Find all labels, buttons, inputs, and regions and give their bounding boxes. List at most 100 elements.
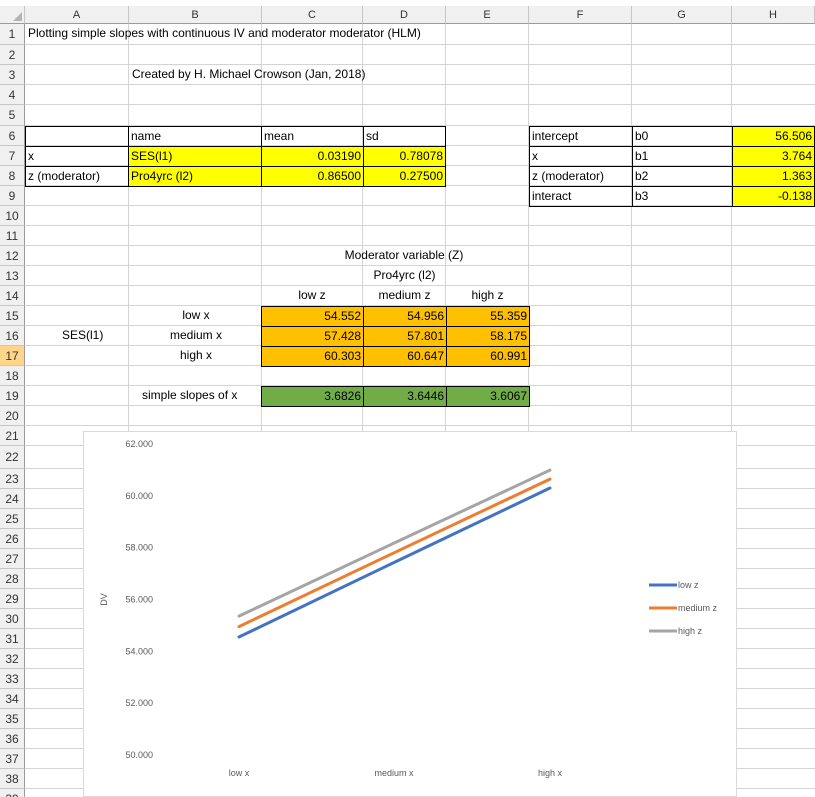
row-header-34[interactable]: 34 — [0, 689, 25, 709]
header-sd[interactable]: sd — [363, 126, 446, 147]
row-header-26[interactable]: 26 — [0, 529, 25, 549]
row-header-35[interactable]: 35 — [0, 709, 25, 729]
coef-value[interactable]: 1.363 — [732, 166, 815, 187]
row-header-18[interactable]: 18 — [0, 366, 25, 386]
moderator-name[interactable]: Pro4yrc (l2) — [363, 266, 446, 285]
row-header-36[interactable]: 36 — [0, 729, 25, 749]
row-header-15[interactable]: 15 — [0, 306, 25, 326]
row-header-1[interactable]: 1 — [0, 24, 25, 45]
header-mean[interactable]: mean — [261, 126, 364, 147]
row-head-high-x[interactable]: high x — [140, 346, 252, 365]
coef-value[interactable]: -0.138 — [732, 186, 815, 207]
row-header-25[interactable]: 25 — [0, 509, 25, 529]
coef-symbol[interactable]: b1 — [632, 146, 733, 167]
z-sd[interactable]: 0.27500 — [363, 166, 446, 187]
z-name[interactable]: Pro4yrc (l2) — [128, 166, 262, 187]
x-sd[interactable]: 0.78078 — [363, 146, 446, 167]
row-header-10[interactable]: 10 — [0, 206, 25, 226]
column-header-e[interactable]: E — [446, 6, 529, 24]
row-header-37[interactable]: 37 — [0, 749, 25, 769]
column-header-b[interactable]: B — [129, 6, 262, 24]
coef-term[interactable]: z (moderator) — [529, 166, 633, 187]
credit-text[interactable]: Created by H. Michael Crowson (Jan, 2018… — [130, 65, 367, 84]
row-header-39[interactable]: 39 — [0, 789, 25, 797]
coef-value[interactable]: 3.764 — [732, 146, 815, 167]
predicted-value-cell[interactable]: 60.991 — [446, 346, 530, 367]
slope-low-z[interactable]: 3.6826 — [261, 386, 364, 407]
z-label[interactable]: z (moderator) — [25, 166, 129, 187]
slope-medium-z[interactable]: 3.6446 — [363, 386, 447, 407]
row-header-23[interactable]: 23 — [0, 469, 25, 489]
slopes-label[interactable]: simple slopes of x — [140, 386, 239, 405]
x-label[interactable]: x — [25, 146, 129, 167]
header-name[interactable]: name — [128, 126, 262, 147]
row-header-4[interactable]: 4 — [0, 85, 25, 105]
z-mean[interactable]: 0.86500 — [261, 166, 364, 187]
predicted-value-cell[interactable]: 57.428 — [261, 326, 364, 347]
select-all-button[interactable] — [0, 6, 25, 24]
coef-term[interactable]: intercept — [529, 126, 633, 147]
row-header-38[interactable]: 38 — [0, 769, 25, 789]
row-header-3[interactable]: 3 — [0, 65, 25, 85]
col-head-high-z[interactable]: high z — [446, 286, 529, 305]
row-header-13[interactable]: 13 — [0, 266, 25, 286]
predicted-value-cell[interactable]: 54.552 — [261, 306, 364, 327]
simple-slopes-chart[interactable]: 50.000 52.000 54.000 56.000 58.000 60.000 62.0… — [83, 431, 737, 797]
row-header-24[interactable]: 24 — [0, 489, 25, 509]
row-header-27[interactable]: 27 — [0, 549, 25, 569]
row-header-11[interactable]: 11 — [0, 226, 25, 246]
row-header-32[interactable]: 32 — [0, 649, 25, 669]
coef-symbol[interactable]: b3 — [632, 186, 733, 207]
col-head-low-z[interactable]: low z — [261, 286, 363, 305]
row-header-31[interactable]: 31 — [0, 629, 25, 649]
row-header-30[interactable]: 30 — [0, 609, 25, 629]
predicted-value-cell[interactable]: 58.175 — [446, 326, 530, 347]
x-mean[interactable]: 0.03190 — [261, 146, 364, 167]
row-header-21[interactable]: 21 — [0, 426, 25, 446]
sheet-title[interactable]: Plotting simple slopes with continuous I… — [26, 24, 423, 43]
y-tick-label: 60.000 — [125, 491, 153, 501]
row-header-6[interactable]: 6 — [0, 126, 25, 146]
row-head-low-x[interactable]: low x — [140, 306, 252, 325]
predicted-value-cell[interactable]: 54.956 — [363, 306, 447, 327]
row-header-5[interactable]: 5 — [0, 105, 25, 126]
coef-term[interactable]: interact — [529, 186, 633, 207]
predicted-value-cell[interactable]: 55.359 — [446, 306, 530, 327]
row-header-14[interactable]: 14 — [0, 286, 25, 306]
column-header-f[interactable]: F — [529, 6, 632, 24]
column-header-c[interactable]: C — [262, 6, 363, 24]
row-header-7[interactable]: 7 — [0, 146, 25, 166]
coef-symbol[interactable]: b0 — [632, 126, 733, 147]
row-header-28[interactable]: 28 — [0, 569, 25, 589]
legend-label: medium z — [678, 603, 718, 613]
row-header-29[interactable]: 29 — [0, 589, 25, 609]
column-header-h[interactable]: H — [732, 6, 815, 24]
row-header-8[interactable]: 8 — [0, 166, 25, 186]
col-head-medium-z[interactable]: medium z — [363, 286, 446, 305]
coef-value[interactable]: 56.506 — [732, 126, 815, 147]
slope-high-z[interactable]: 3.6067 — [446, 386, 530, 407]
row-header-20[interactable]: 20 — [0, 406, 25, 426]
row-header-2[interactable]: 2 — [0, 45, 25, 65]
row-group-label[interactable]: SES(l1) — [60, 326, 105, 345]
predicted-value-cell[interactable]: 60.303 — [261, 346, 364, 367]
row-header-12[interactable]: 12 — [0, 246, 25, 266]
column-header-g[interactable]: G — [632, 6, 732, 24]
row-header-33[interactable]: 33 — [0, 669, 25, 689]
row-header-19[interactable]: 19 — [0, 386, 25, 406]
column-header-d[interactable]: D — [363, 6, 446, 24]
coef-term[interactable]: x — [529, 146, 633, 167]
cell-a6[interactable] — [25, 126, 129, 147]
row-header-22[interactable]: 22 — [0, 446, 25, 469]
predicted-value-cell[interactable]: 57.801 — [363, 326, 447, 347]
row-header-16[interactable]: 16 — [0, 326, 25, 346]
column-header-a[interactable]: A — [25, 6, 129, 24]
row-head-medium-x[interactable]: medium x — [140, 326, 252, 345]
row-header-17[interactable]: 17 — [0, 346, 25, 366]
moderator-title[interactable]: Moderator variable (Z) — [261, 246, 547, 265]
row-header-9[interactable]: 9 — [0, 186, 25, 206]
x-name[interactable]: SES(l1) — [128, 146, 262, 167]
coef-symbol[interactable]: b2 — [632, 166, 733, 187]
predicted-value-cell[interactable]: 60.647 — [363, 346, 447, 367]
x-tick-label: low x — [229, 768, 250, 778]
